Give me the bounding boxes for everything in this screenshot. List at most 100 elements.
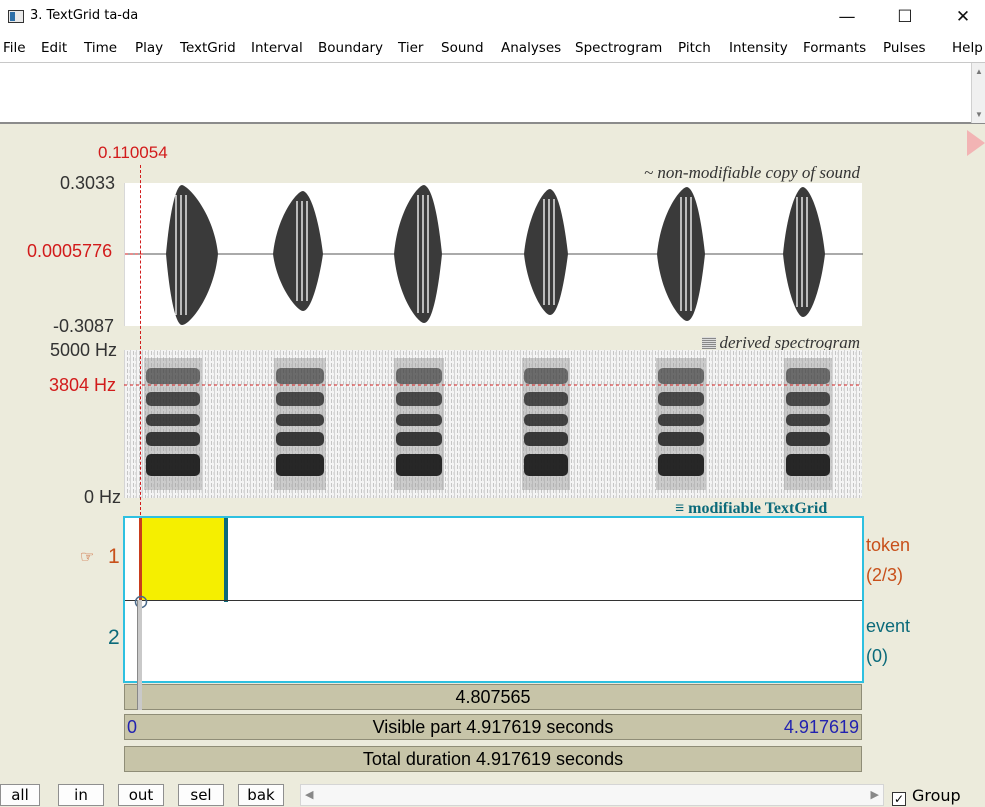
spectrogram-formant-band <box>786 414 830 426</box>
selected-interval[interactable] <box>141 518 227 600</box>
waveform-min-label: -0.3087 <box>53 316 115 336</box>
menu-help[interactable]: Help <box>952 40 983 56</box>
scroll-right-icon[interactable]: ▶ <box>871 788 879 801</box>
selection-duration: 4.807565 <box>455 687 531 707</box>
tier-pointer-icon: ☞ <box>80 549 95 566</box>
cursor-line <box>140 165 141 515</box>
bottom-toolbar: all in out sel bak ◀ ▶ ✓ Group <box>0 780 985 807</box>
spectrogram-bottom-label: 0 Hz <box>84 487 122 507</box>
menu-intensity[interactable]: Intensity <box>729 40 788 56</box>
textgrid-title-text: modifiable TextGrid <box>688 500 828 517</box>
waveform-burst <box>524 189 568 315</box>
waveform-view[interactable] <box>124 183 863 326</box>
visible-end: 4.917619 <box>783 717 859 737</box>
menu-boundary[interactable]: Boundary <box>318 40 383 56</box>
menu-play[interactable]: Play <box>135 40 163 56</box>
menu-edit[interactable]: Edit <box>41 40 67 56</box>
tier-divider <box>125 600 862 601</box>
tier-1-name: token <box>866 535 911 555</box>
waveform-svg <box>125 185 863 325</box>
waveform-amplitude-label: 0.0005776 <box>27 241 113 261</box>
spectrogram-formant-band <box>146 454 200 476</box>
spectrogram-formant-band <box>146 368 200 384</box>
tier-2-number[interactable]: 2 <box>108 626 120 650</box>
spectrogram-formant-band <box>276 414 324 426</box>
tier-2-count: (0) <box>866 646 888 666</box>
menu-formants[interactable]: Formants <box>803 40 866 56</box>
text-area-scrollbar[interactable]: ▲ ▼ <box>971 63 985 123</box>
spectrogram-formant-band <box>524 454 568 476</box>
spectrogram-formant-band <box>396 392 442 406</box>
textgrid-view[interactable] <box>123 516 864 683</box>
spectrogram-view[interactable] <box>124 350 862 498</box>
menu-tier[interactable]: Tier <box>398 40 423 56</box>
spectrogram-formant-band <box>276 432 324 446</box>
spectrogram-formant-band <box>396 432 442 446</box>
horizontal-scrollbar[interactable]: ◀ ▶ <box>300 784 884 806</box>
title-bar: 3. TextGrid ta-da — ☐ ✕ <box>0 0 985 34</box>
menu-spectrogram[interactable]: Spectrogram <box>575 40 662 56</box>
spectrogram-formant-band <box>396 368 442 384</box>
interval-boundary-right[interactable] <box>224 518 228 602</box>
selection-duration-bar[interactable]: 4.807565 <box>124 684 862 710</box>
spectrogram-formant-band <box>146 392 200 406</box>
spectrogram-formant-band <box>276 454 324 476</box>
menu-time[interactable]: Time <box>84 40 117 56</box>
visible-part-label: Visible part 4.917619 seconds <box>372 717 614 737</box>
scroll-up-icon[interactable]: ▲ <box>975 67 983 76</box>
zoom-all-button[interactable]: all <box>0 784 40 806</box>
menu-textgrid[interactable]: TextGrid <box>180 40 236 56</box>
scroll-down-icon[interactable]: ▼ <box>975 110 983 119</box>
spectrogram-formant-band <box>276 392 324 406</box>
spectrogram-formant-band <box>524 368 568 384</box>
total-duration-bar[interactable]: Total duration 4.917619 seconds <box>124 746 862 772</box>
zoom-back-button[interactable]: bak <box>238 784 284 806</box>
tier-2-name: event <box>866 616 911 636</box>
spectrogram-svg <box>124 350 862 498</box>
menu-analyses[interactable]: Analyses <box>501 40 561 56</box>
minimize-button[interactable]: — <box>818 0 876 34</box>
app-icon <box>8 10 24 23</box>
group-check-icon[interactable]: ✓ <box>892 792 906 806</box>
spectrogram-formant-band <box>524 432 568 446</box>
spectrogram-formant-band <box>786 368 830 384</box>
spectrogram-formant-band <box>658 414 704 426</box>
cursor-time-label: 0.110054 <box>98 143 168 162</box>
waveform-burst <box>273 191 323 311</box>
menu-pulses[interactable]: Pulses <box>883 40 926 56</box>
label-text-area[interactable]: ▲ ▼ <box>0 62 985 124</box>
interval-boundary-left[interactable] <box>139 518 142 600</box>
window-title: 3. TextGrid ta-da <box>30 8 139 23</box>
spectrogram-formant-band <box>396 454 442 476</box>
group-label: Group <box>912 786 961 805</box>
spectrogram-formant-band <box>146 414 200 426</box>
menu-interval[interactable]: Interval <box>251 40 303 56</box>
textgrid-icon: ≡ <box>675 500 689 517</box>
spectrogram-formant-band <box>658 368 704 384</box>
zoom-sel-button[interactable]: sel <box>178 784 224 806</box>
menu-pitch[interactable]: Pitch <box>678 40 711 56</box>
maximize-button[interactable]: ☐ <box>876 0 934 34</box>
tier-1-number[interactable]: 1 <box>108 545 120 569</box>
scroll-left-icon[interactable]: ◀ <box>305 788 313 801</box>
spectrogram-formant-band <box>276 368 324 384</box>
group-checkbox[interactable]: ✓ Group <box>892 786 961 806</box>
spectrogram-formant-band <box>786 392 830 406</box>
spectrogram-frequency-label: 3804 Hz <box>49 375 117 395</box>
spectrogram-top-label: 5000 Hz <box>50 340 118 360</box>
menu-file[interactable]: File <box>3 40 26 56</box>
menu-sound[interactable]: Sound <box>441 40 484 56</box>
close-button[interactable]: ✕ <box>934 0 985 34</box>
spectrogram-formant-band <box>524 414 568 426</box>
zoom-in-button[interactable]: in <box>58 784 104 806</box>
visible-part-bar[interactable]: 0 Visible part 4.917619 seconds 4.917619 <box>124 714 862 740</box>
total-duration-label: Total duration 4.917619 seconds <box>362 749 624 769</box>
waveform-burst <box>166 185 218 325</box>
spectrogram-formant-band <box>146 432 200 446</box>
play-arrow-icon[interactable] <box>967 130 985 156</box>
spectrogram-formant-band <box>524 392 568 406</box>
visible-start: 0 <box>127 717 138 737</box>
zoom-out-button[interactable]: out <box>118 784 164 806</box>
waveform-max-label: 0.3033 <box>60 173 116 193</box>
spectrogram-formant-band <box>658 454 704 476</box>
